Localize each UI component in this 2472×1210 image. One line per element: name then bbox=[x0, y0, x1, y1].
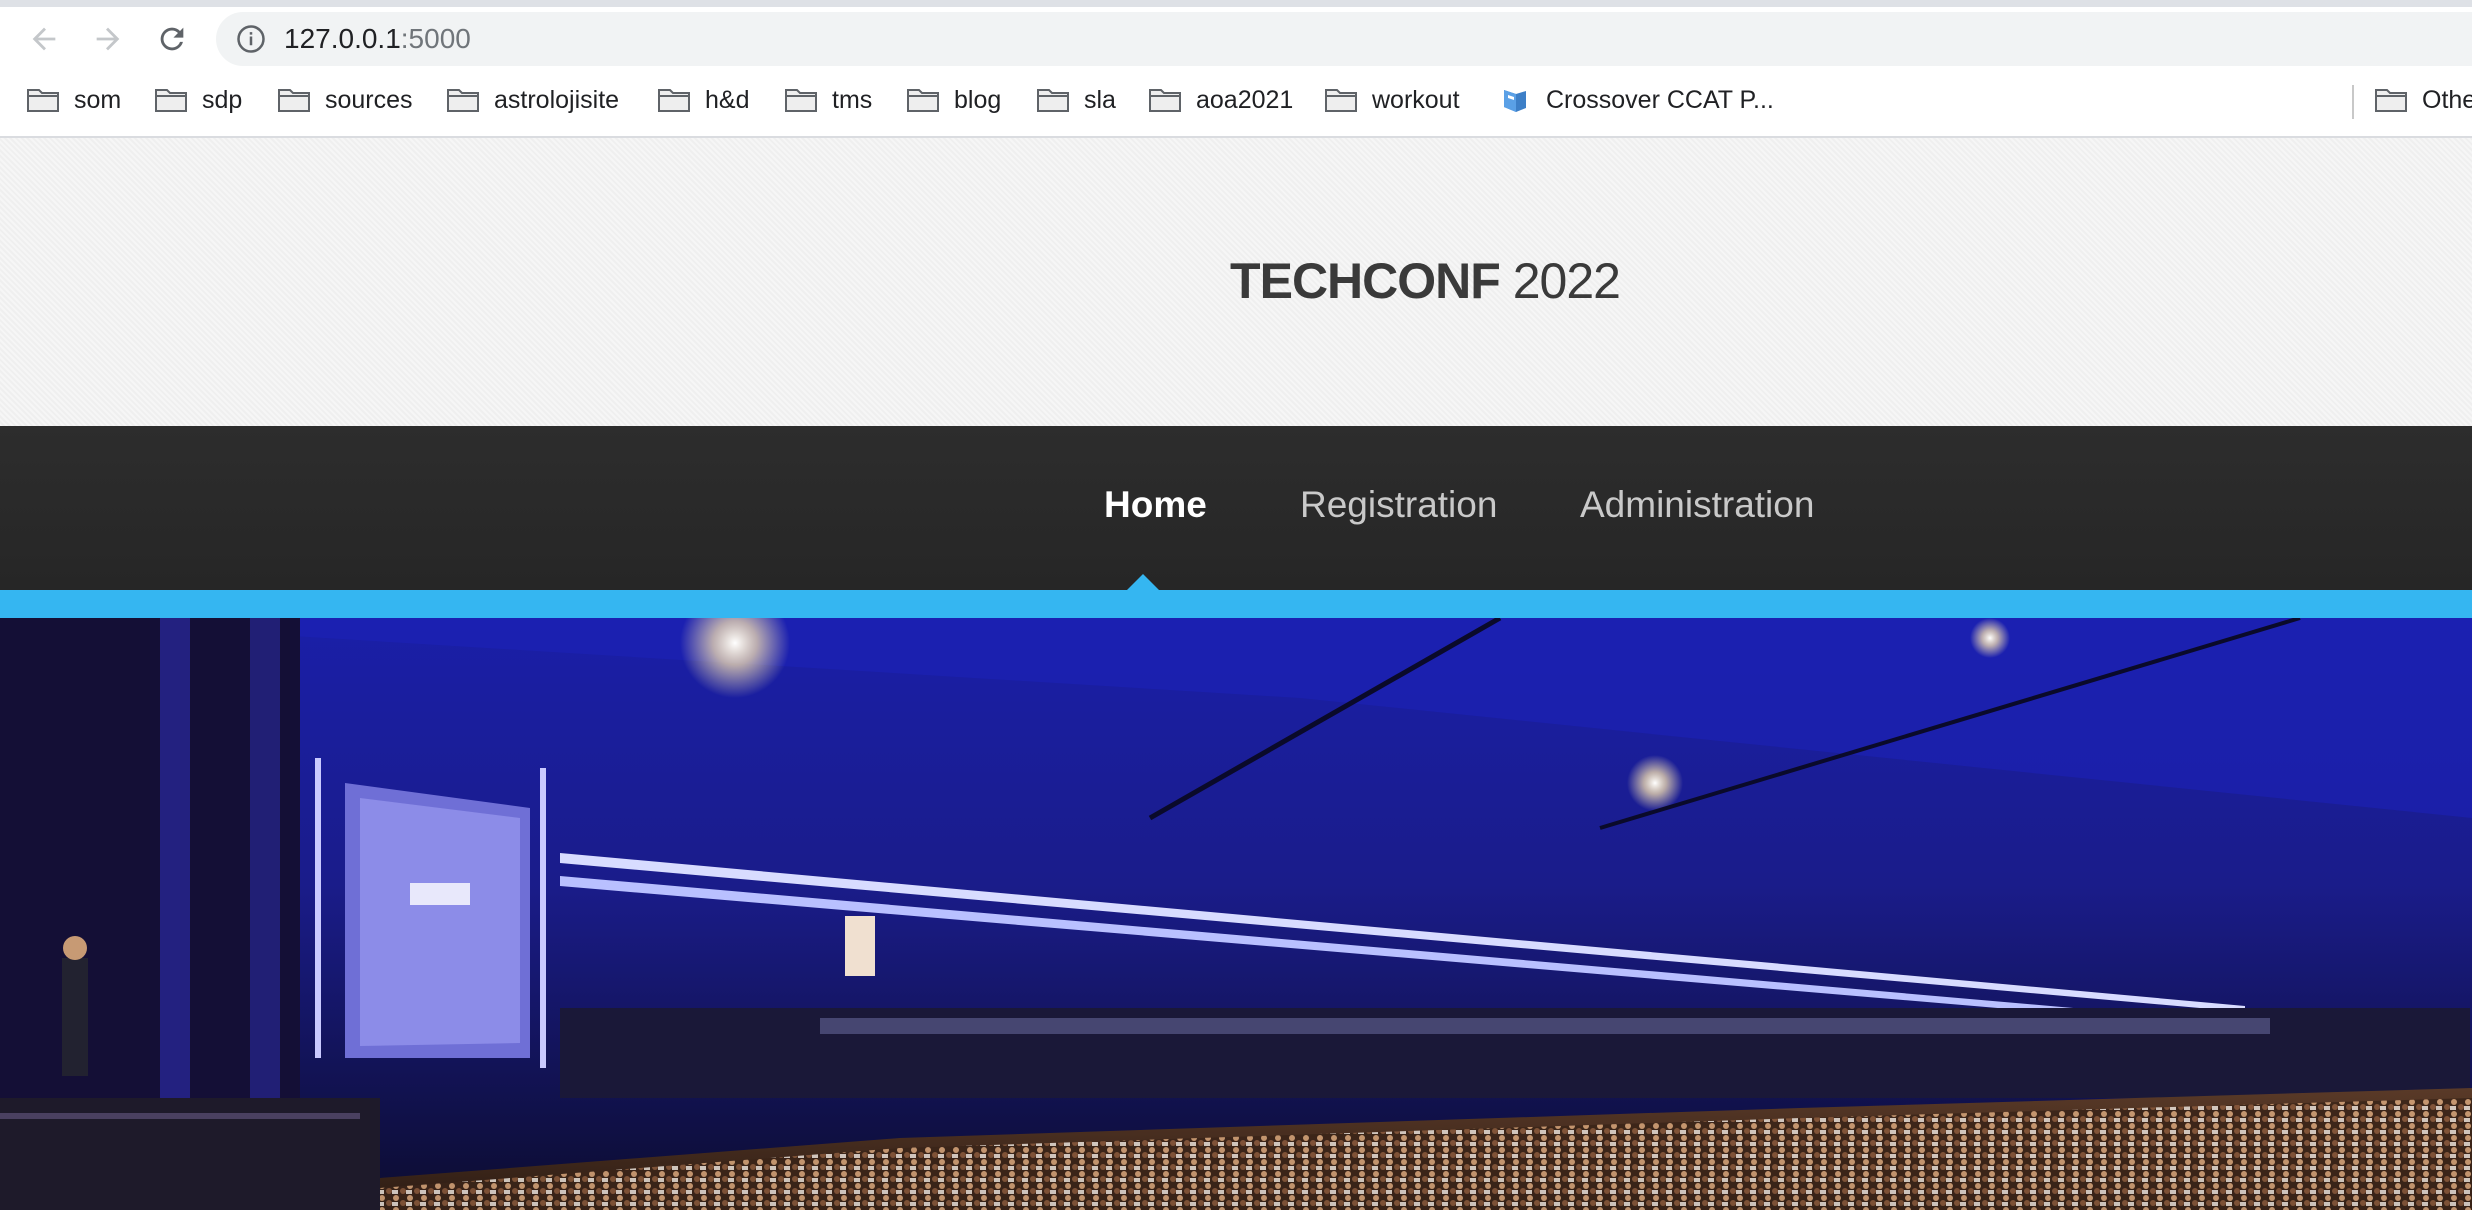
back-button[interactable] bbox=[26, 21, 62, 57]
bookmark-label: Othe bbox=[2422, 85, 2472, 114]
folder-icon bbox=[1037, 89, 1069, 112]
bookmarks-bar: som sdp sources astrolojisite h&d tms bl… bbox=[0, 69, 2472, 138]
arrow-right-icon bbox=[96, 27, 120, 51]
folder-icon bbox=[27, 89, 59, 112]
folder-icon bbox=[155, 89, 187, 112]
bookmark-label: som bbox=[74, 85, 122, 114]
bookmark-tms[interactable]: tms bbox=[784, 83, 872, 117]
browser-toolbar: 127.0.0.1:5000 bbox=[0, 7, 2472, 69]
folder-icon bbox=[907, 89, 939, 112]
bookmarks-separator bbox=[2352, 85, 2354, 119]
site-title-year: 2022 bbox=[1512, 253, 1621, 309]
browser-tab-strip bbox=[0, 0, 2472, 7]
address-bar[interactable]: 127.0.0.1:5000 bbox=[216, 12, 2472, 66]
bookmark-label: workout bbox=[1372, 85, 1460, 114]
bookmark-aoa2021[interactable]: aoa2021 bbox=[1148, 83, 1293, 117]
nav-home[interactable]: Home bbox=[1104, 484, 1207, 526]
main-nav: Home Registration Administration bbox=[0, 426, 2472, 590]
bookmark-astrolojisite[interactable]: astrolojisite bbox=[446, 83, 619, 117]
forward-button[interactable] bbox=[90, 21, 126, 57]
folder-icon bbox=[658, 89, 690, 112]
bookmark-sla[interactable]: sla bbox=[1036, 83, 1116, 117]
url-host: 127.0.0.1 bbox=[284, 23, 401, 54]
crossover-favicon-icon bbox=[1504, 90, 1526, 112]
folder-icon bbox=[1149, 89, 1181, 112]
hero-banner bbox=[0, 618, 2472, 1210]
site-header: TECHCONF 2022 bbox=[0, 138, 2472, 426]
folder-icon bbox=[1325, 89, 1357, 112]
bookmark-label: sdp bbox=[202, 85, 243, 114]
reload-icon bbox=[160, 27, 184, 51]
bookmark-label: sources bbox=[325, 85, 413, 114]
reload-button[interactable] bbox=[154, 21, 190, 57]
bookmark-label: sla bbox=[1084, 85, 1116, 114]
folder-icon bbox=[447, 89, 479, 112]
conference-hall-photo bbox=[0, 618, 2472, 1210]
folder-icon bbox=[2375, 89, 2407, 112]
bookmark-label: aoa2021 bbox=[1196, 85, 1294, 114]
bookmark-sources[interactable]: sources bbox=[277, 83, 413, 117]
folder-icon bbox=[785, 89, 817, 112]
url-text[interactable]: 127.0.0.1:5000 bbox=[284, 24, 471, 54]
bookmark-label: astrolojisite bbox=[494, 85, 620, 114]
folder-icon bbox=[278, 89, 310, 112]
bookmark-workout[interactable]: workout bbox=[1324, 83, 1460, 117]
arrow-left-icon bbox=[32, 27, 56, 51]
bookmark-h-and-d[interactable]: h&d bbox=[657, 83, 749, 117]
site-title[interactable]: TECHCONF 2022 bbox=[0, 252, 2472, 310]
bookmark-label: h&d bbox=[705, 85, 750, 114]
bookmark-som[interactable]: som bbox=[26, 83, 121, 117]
bookmark-label: blog bbox=[954, 85, 1002, 114]
bookmark-other[interactable]: Othe bbox=[2374, 83, 2472, 117]
accent-bar bbox=[0, 590, 2472, 618]
bookmark-label: tms bbox=[832, 85, 873, 114]
info-icon[interactable] bbox=[236, 24, 266, 54]
bookmark-sdp[interactable]: sdp bbox=[154, 83, 242, 117]
active-nav-indicator bbox=[1126, 574, 1160, 591]
bookmark-crossover[interactable]: Crossover CCAT P... bbox=[1498, 83, 1774, 117]
bookmark-label: Crossover CCAT P... bbox=[1546, 85, 1774, 114]
site-title-strong: TECHCONF bbox=[1230, 253, 1501, 309]
url-port: :5000 bbox=[400, 23, 471, 54]
bookmark-blog[interactable]: blog bbox=[906, 83, 1001, 117]
nav-administration[interactable]: Administration bbox=[1580, 484, 1814, 526]
nav-registration[interactable]: Registration bbox=[1300, 484, 1497, 526]
